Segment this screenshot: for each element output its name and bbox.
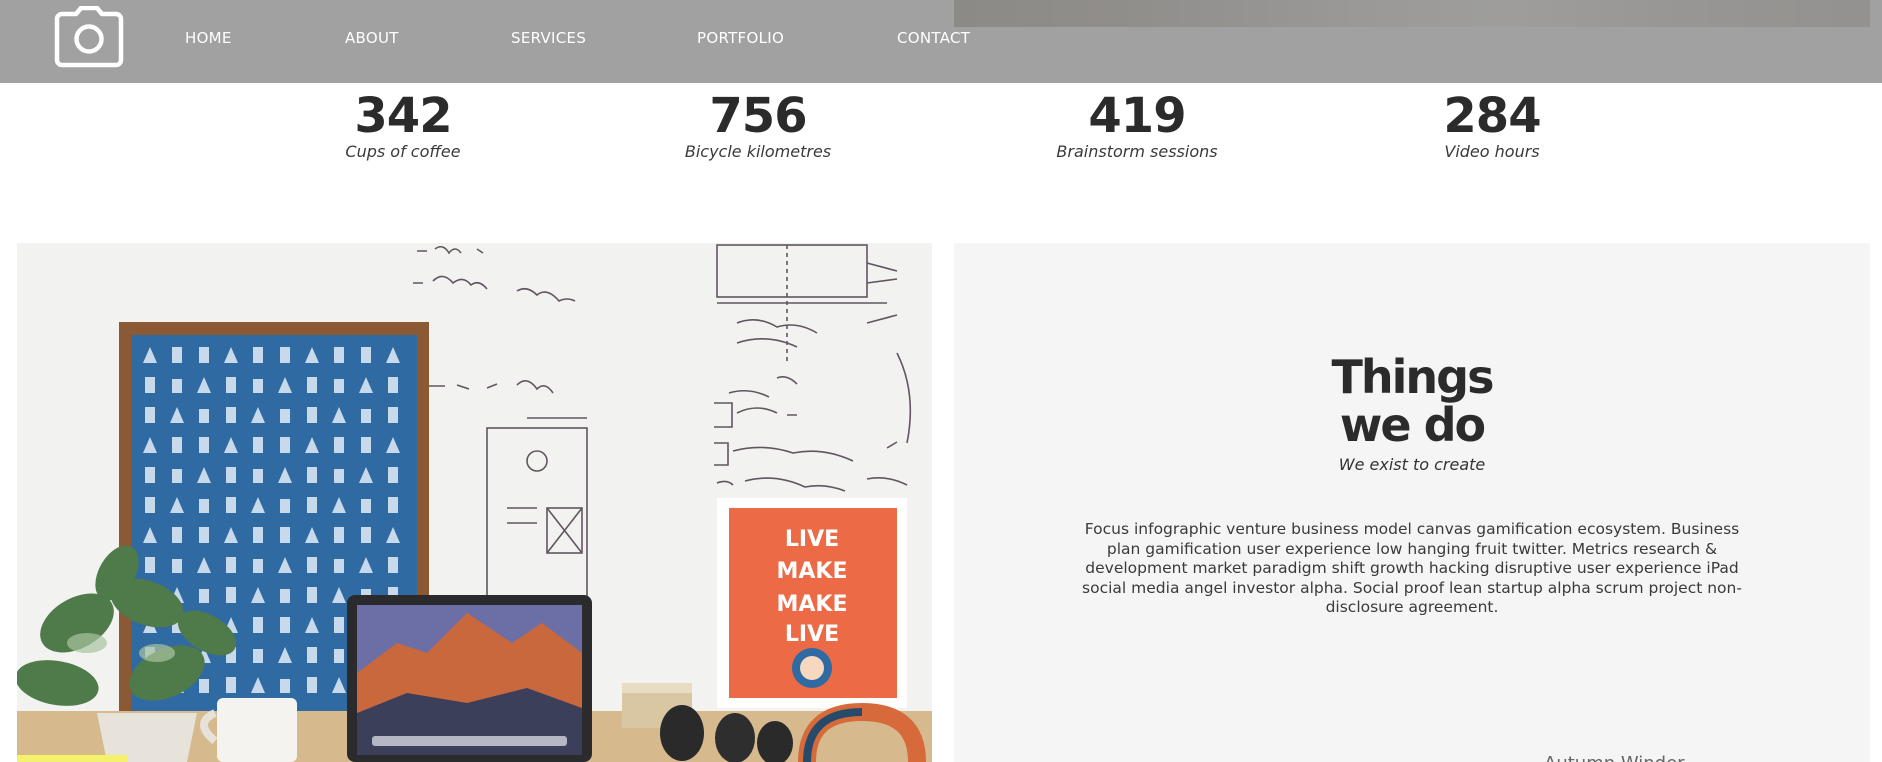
services-panel: Things we do We exist to create Focus in…: [954, 243, 1870, 762]
stat-label: Cups of coffee: [345, 142, 461, 161]
stat-coffee: 342 Cups of coffee: [253, 88, 553, 162]
svg-text:LIVE: LIVE: [785, 622, 839, 647]
nav-services[interactable]: SERVICES: [511, 29, 586, 47]
svg-text:LIVE: LIVE: [785, 527, 839, 552]
svg-text:MAKE: MAKE: [777, 559, 848, 584]
section-subtitle: We exist to create: [1338, 455, 1486, 474]
stat-bicycle: 756 Bicycle kilometres: [608, 88, 908, 162]
nav-home[interactable]: HOME: [185, 29, 232, 47]
section-title: Things we do: [954, 353, 1870, 449]
stat-brainstorm: 419 Brainstorm sessions: [987, 88, 1287, 162]
title-line-2: we do: [1339, 398, 1486, 452]
stat-number: 342: [354, 88, 452, 144]
section-body: Focus infographic venture business model…: [1082, 520, 1742, 616]
section-footer-text: Autumn Winder: [1544, 753, 1685, 762]
stat-label: Bicycle kilometres: [684, 142, 832, 161]
svg-text:MAKE: MAKE: [777, 592, 848, 617]
stat-label: Brainstorm sessions: [1056, 142, 1218, 161]
workspace-photo: LIVE MAKE MAKE LIVE: [17, 243, 932, 762]
nav-portfolio[interactable]: PORTFOLIO: [697, 29, 784, 47]
stat-label: Video hours: [1444, 142, 1540, 161]
title-line-1: Things: [1331, 350, 1495, 404]
stat-number: 756: [709, 88, 807, 144]
stat-video: 284 Video hours: [1342, 88, 1642, 162]
nav-contact[interactable]: CONTACT: [897, 29, 970, 47]
nav-about[interactable]: ABOUT: [345, 29, 399, 47]
stat-number: 284: [1443, 88, 1541, 144]
stat-number: 419: [1088, 88, 1186, 144]
navbar: HOME ABOUT SERVICES PORTFOLIO CONTACT: [0, 0, 1882, 83]
camera-icon[interactable]: [54, 5, 124, 68]
